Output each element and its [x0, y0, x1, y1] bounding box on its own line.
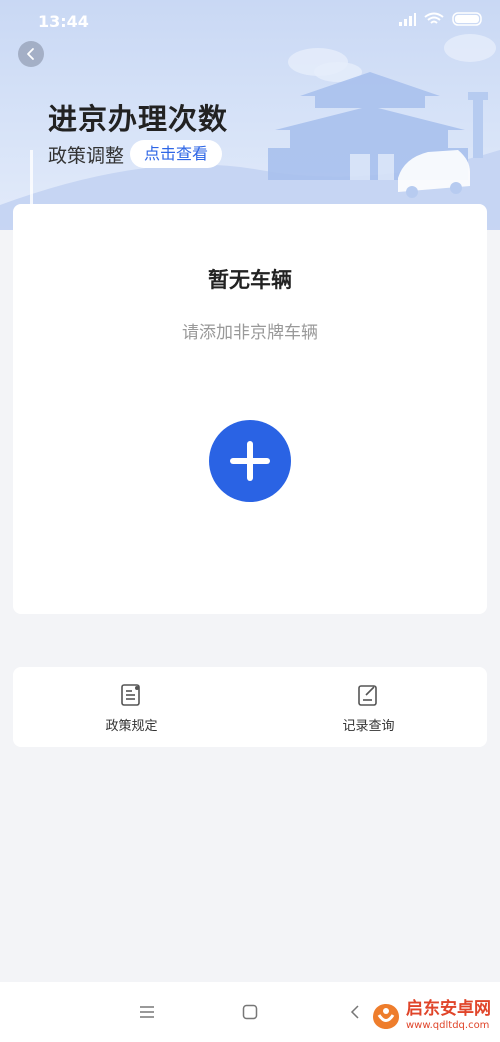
status-bar: 13:44	[0, 0, 500, 44]
shortcut-panel: 政策规定 记录查询	[13, 667, 487, 747]
shortcut-records[interactable]: 记录查询	[250, 667, 487, 747]
chevron-left-icon	[27, 48, 34, 60]
add-vehicle-button[interactable]	[209, 420, 291, 502]
status-icons	[398, 12, 484, 26]
document-icon	[121, 684, 140, 706]
status-time: 13:44	[38, 12, 89, 31]
shortcut-policy-label: 政策规定	[105, 719, 158, 734]
header-banner: 13:44 进京办理次数 政策调整 点击查看	[0, 0, 500, 230]
plus-icon	[230, 441, 270, 481]
wifi-icon	[424, 12, 444, 24]
menu-icon	[140, 1006, 154, 1018]
edit-record-icon	[358, 685, 377, 706]
page-title: 进京办理次数	[48, 102, 229, 136]
watermark: 启东安卓网 www.qdltdq.com	[370, 1000, 491, 1032]
policy-notice-label: 政策调整	[48, 144, 125, 167]
empty-state-title: 暂无车辆	[208, 268, 292, 292]
watermark-logo-icon	[373, 1004, 399, 1029]
home-icon	[242, 1004, 258, 1020]
vehicle-card: 暂无车辆 请添加非京牌车辆	[13, 204, 487, 614]
view-policy-button[interactable]: 点击查看	[130, 140, 223, 168]
menu-button[interactable]	[135, 1000, 159, 1024]
shortcut-records-label: 记录查询	[342, 719, 395, 734]
shortcut-policy[interactable]: 政策规定	[13, 667, 250, 747]
battery-icon	[452, 12, 482, 26]
back-icon	[350, 1005, 359, 1019]
policy-notice: 政策调整 点击查看	[48, 140, 223, 168]
empty-state-hint: 请添加非京牌车辆	[182, 323, 318, 343]
watermark-url: www.qdltdq.com	[406, 1020, 490, 1031]
watermark-name: 启东安卓网	[406, 999, 491, 1019]
back-nav-button[interactable]	[343, 1000, 367, 1024]
back-button[interactable]	[18, 41, 44, 67]
signal-icon	[399, 13, 416, 26]
home-button[interactable]	[238, 1000, 262, 1024]
